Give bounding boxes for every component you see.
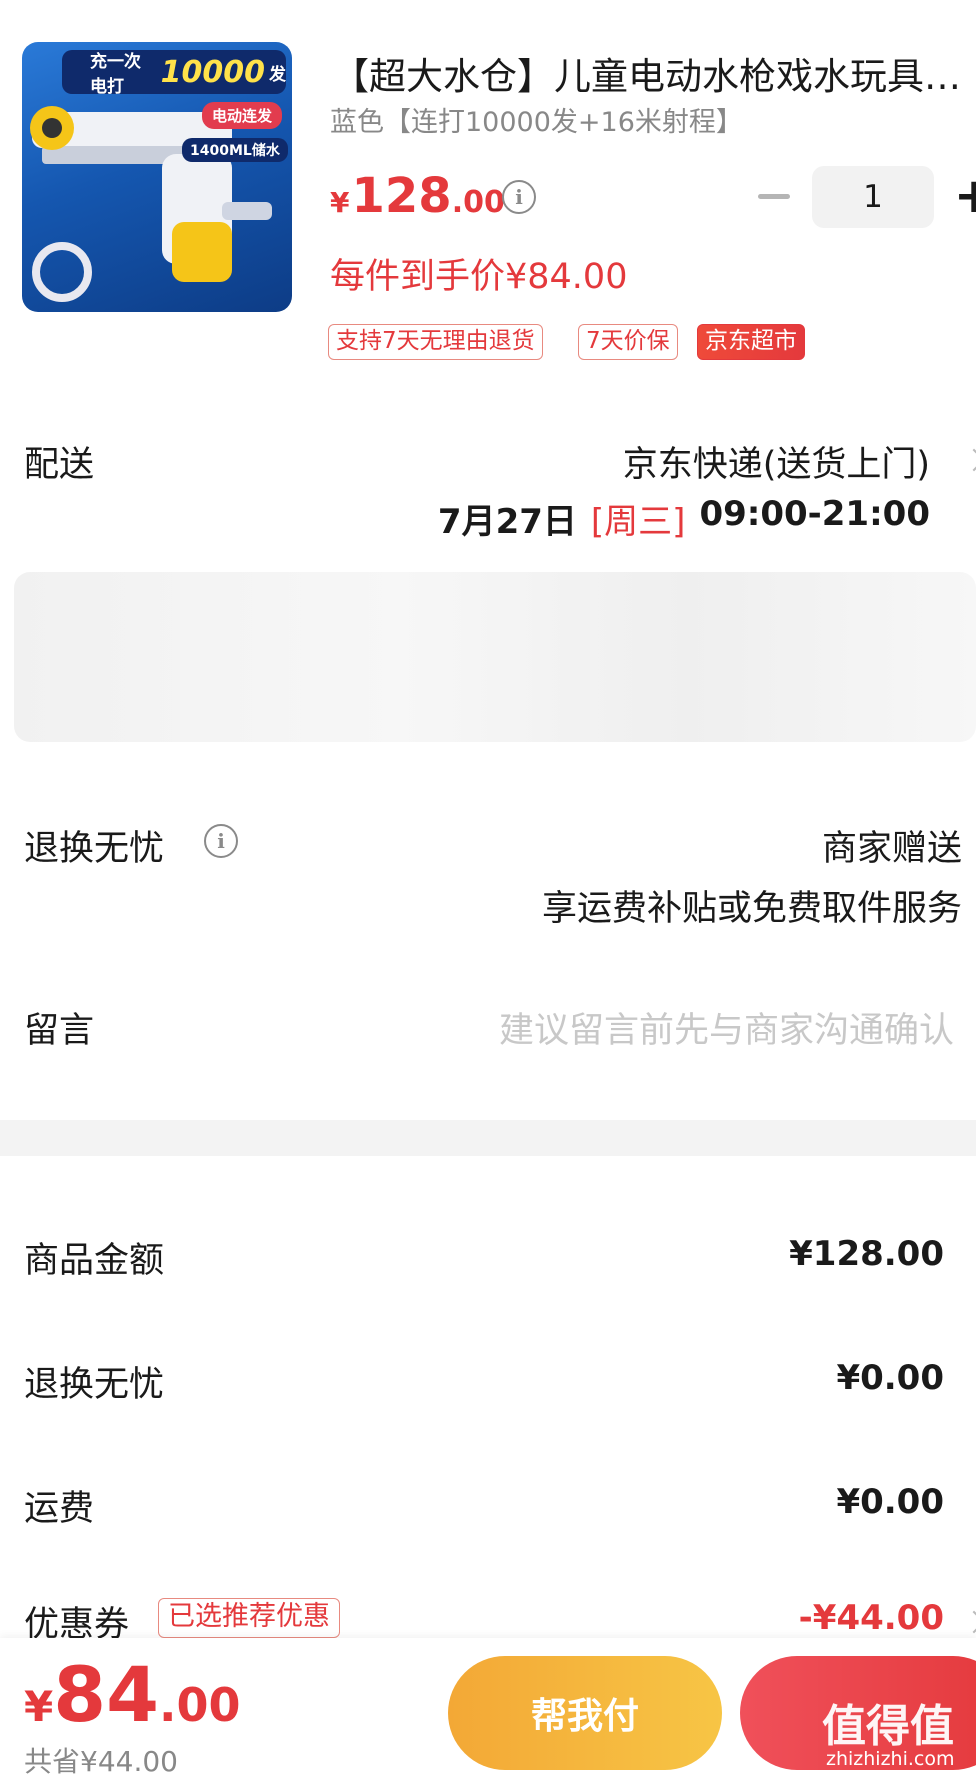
delivery-time[interactable]: 7月27日 [周三] 09:00-21:00 (438, 494, 930, 543)
total-saved: 共省¥44.00 (24, 1745, 178, 1776)
product-price: ¥ 128 .00 (330, 168, 505, 224)
return-service-desc: 享运费补贴或免费取件服务 (541, 889, 962, 929)
shipping-fee-value: ¥0.00 (836, 1482, 944, 1522)
quantity-input[interactable]: 1 (812, 166, 934, 228)
promo-pill: 电动连发 (202, 102, 283, 129)
coupon-value[interactable]: -¥44.00 (799, 1598, 944, 1638)
message-label: 留言 (24, 1011, 95, 1051)
delivery-weekday: [周三] (590, 502, 686, 542)
delivery-date: 7月27日 (437, 502, 577, 542)
return-fee-label: 退换无忧 (24, 1365, 165, 1405)
delivery-chevron-icon[interactable] (962, 448, 976, 472)
delivery-window: 09:00-21:00 (699, 494, 930, 534)
total-integer: 84 (53, 1650, 159, 1739)
banner-text: 充一次电打 (90, 52, 141, 97)
product-image[interactable]: 充一次电打 10000 发 电动连发 1400ML储水 (22, 42, 292, 312)
total-decimal: .00 (159, 1678, 241, 1732)
redacted-address-block (14, 572, 976, 742)
shipping-fee-label: 运费 (24, 1489, 95, 1529)
promo-banner: 充一次电打 10000 发 (62, 50, 286, 97)
goods-amount-label: 商品金额 (24, 1241, 165, 1281)
product-variant[interactable]: 蓝色【连打10000发+16米射程】 (330, 100, 743, 139)
capacity-label: 1400ML储水 (182, 138, 288, 162)
return-service-label: 退换无忧 (24, 829, 165, 869)
delivery-method[interactable]: 京东快递(送货上门) (623, 436, 930, 487)
return-info-icon[interactable]: i (204, 824, 238, 858)
tag-price-protect: 7天价保 (578, 324, 678, 360)
tag-7day-return: 支持7天无理由退货 (328, 324, 543, 360)
coupon-chevron-icon[interactable] (962, 1610, 976, 1634)
section-divider (0, 1120, 976, 1156)
help-me-pay-button[interactable]: 帮我付 (448, 1656, 722, 1770)
price-symbol: ¥ (330, 186, 350, 219)
quantity-minus-button[interactable] (758, 194, 790, 199)
coupon-recommended-tag[interactable]: 已选推荐优惠 (158, 1598, 340, 1638)
unit-final-price: 每件到手价¥84.00 (330, 257, 628, 297)
delivery-label: 配送 (24, 445, 95, 485)
tag-jd-supermarket: 京东超市 (697, 324, 805, 360)
banner-number: 10000 (160, 54, 265, 90)
message-input[interactable]: 建议留言前先与商家沟通确认 (499, 1002, 954, 1053)
watermark-url: zhizhizhi.com (826, 1748, 955, 1770)
goods-amount-value: ¥128.00 (789, 1234, 944, 1274)
price-decimal: .00 (451, 185, 505, 220)
return-fee-value: ¥0.00 (836, 1358, 944, 1398)
product-title[interactable]: 【超大水仓】儿童电动水枪戏水玩具… (332, 46, 976, 100)
price-info-icon[interactable]: i (502, 180, 536, 214)
banner-suffix: 发 (269, 64, 286, 85)
total-symbol: ¥ (24, 1682, 54, 1731)
quantity-plus-button[interactable]: + (954, 172, 976, 220)
return-service-value: 商家赠送 (821, 829, 962, 869)
total-price: ¥ 84 .00 (24, 1650, 241, 1739)
price-integer: 128 (351, 168, 452, 224)
